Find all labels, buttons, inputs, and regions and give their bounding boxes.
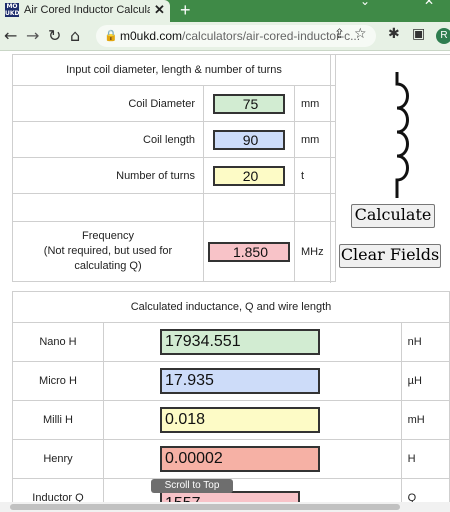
milli-h-unit: mH xyxy=(400,400,450,440)
page-content: Input coil diameter, length & number of … xyxy=(0,51,450,512)
profile-avatar[interactable]: R xyxy=(436,28,450,44)
url-text: m0ukd.com/calculators/air-cored-inductor… xyxy=(120,29,361,43)
tab-strip: MO UKD Air Cored Inductor Calculator – M… xyxy=(0,0,450,22)
tab-active[interactable]: MO UKD Air Cored Inductor Calculator – M… xyxy=(0,0,170,22)
frequency-label: Frequency (Not required, but used for ca… xyxy=(12,221,204,282)
address-bar[interactable]: 🔒 m0ukd.com/calculators/air-cored-induct… xyxy=(96,25,376,47)
nano-h-unit: nH xyxy=(400,322,450,362)
new-tab-button[interactable]: + xyxy=(180,0,191,21)
milli-h-output[interactable]: 0.018 xyxy=(159,407,320,433)
turns-input[interactable]: 20 xyxy=(213,165,285,186)
frequency-input[interactable]: 1.850 xyxy=(208,241,290,262)
side-panel-icon[interactable]: ▣ xyxy=(412,26,425,42)
coil-length-input[interactable]: 90 xyxy=(213,129,285,150)
scroll-to-top-button[interactable]: Scroll to Top xyxy=(151,479,233,493)
micro-h-unit: µH xyxy=(400,361,450,401)
puzzle-icon[interactable]: ✱ xyxy=(388,26,400,42)
nano-h-label: Nano H xyxy=(12,322,104,362)
coil-panel: Calculate Clear Fields xyxy=(330,54,450,283)
back-arrow-icon[interactable]: ← xyxy=(4,26,17,45)
spacer-cell xyxy=(203,193,295,222)
lock-icon[interactable]: 🔒 xyxy=(104,29,118,42)
output-table-header: Calculated inductance, Q and wire length xyxy=(12,291,450,323)
micro-h-label: Micro H xyxy=(12,361,104,401)
calculate-button[interactable]: Calculate xyxy=(351,204,435,228)
milli-h-label: Milli H xyxy=(12,400,104,440)
input-table-header: Input coil diameter, length & number of … xyxy=(12,54,336,86)
coil-length-label: Coil length xyxy=(12,121,204,158)
micro-h-output[interactable]: 17.935 xyxy=(159,368,320,394)
browser-toolbar: ← → ↻ ⌂ 🔒 m0ukd.com/calculators/air-core… xyxy=(0,22,450,51)
nano-h-output[interactable]: 17934.551 xyxy=(159,329,320,355)
share-icon[interactable]: ⇪ xyxy=(334,27,345,42)
window-close-icon[interactable]: ✕ xyxy=(424,0,434,8)
coil-diameter-input[interactable]: 75 xyxy=(213,93,285,114)
coil-diameter-label: Coil Diameter xyxy=(12,85,204,122)
henry-label: Henry xyxy=(12,439,104,479)
inductor-coil-icon xyxy=(395,72,409,198)
star-icon[interactable]: ☆ xyxy=(354,26,367,42)
home-icon[interactable]: ⌂ xyxy=(70,26,80,45)
tab-title: Air Cored Inductor Calculator – M xyxy=(24,4,150,16)
horizontal-scrollbar[interactable] xyxy=(0,502,450,512)
turns-label: Number of turns xyxy=(12,157,204,194)
site-favicon-icon: MO UKD xyxy=(5,3,20,17)
henry-unit: H xyxy=(400,439,450,479)
henry-output[interactable]: 0.00002 xyxy=(159,446,320,472)
spacer-cell xyxy=(12,193,204,222)
reload-icon[interactable]: ↻ xyxy=(48,26,61,45)
forward-arrow-icon[interactable]: → xyxy=(26,26,39,45)
tab-close-icon[interactable]: ✕ xyxy=(154,2,165,18)
clear-fields-button[interactable]: Clear Fields xyxy=(339,244,441,268)
scrollbar-thumb[interactable] xyxy=(10,504,400,510)
input-table: Input coil diameter, length & number of … xyxy=(12,54,336,282)
tab-search-chevron-icon[interactable]: ⌄ xyxy=(360,0,370,8)
